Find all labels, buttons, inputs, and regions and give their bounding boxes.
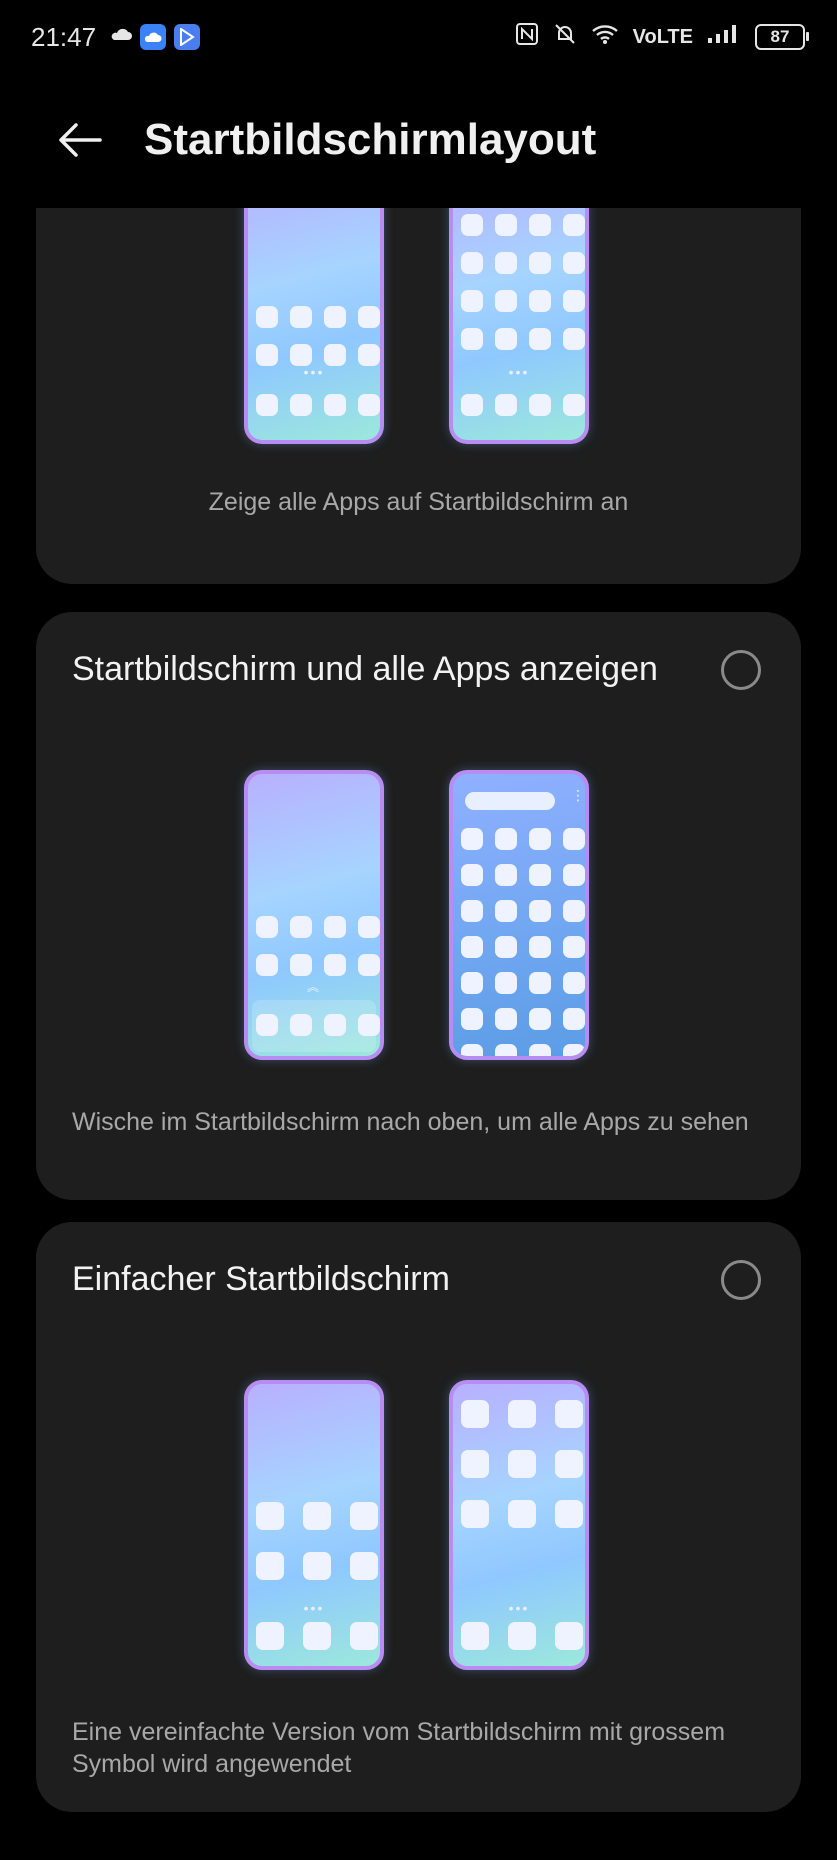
search-bar-preview <box>465 792 555 810</box>
option-description: Wische im Startbildschirm nach oben, um … <box>72 1108 749 1136</box>
battery-icon: 87 <box>755 24 809 50</box>
cloud-app-icon <box>140 24 166 50</box>
option-title: Startbildschirm und alle Apps anzeigen <box>72 650 658 688</box>
status-time: 21:47 <box>31 22 97 52</box>
status-left-icons <box>110 24 200 50</box>
option-title: Einfacher Startbildschirm <box>72 1260 450 1298</box>
preview-simple-apps-page: ••• <box>449 1380 589 1670</box>
weather-cloud-icon <box>110 28 132 47</box>
page-title: Startbildschirmlayout <box>144 115 597 164</box>
option-radio[interactable] <box>721 650 761 690</box>
option-description: Zeige alle Apps auf Startbildschirm an <box>208 488 629 516</box>
wifi-icon <box>591 23 619 51</box>
volte-label: VoLTE <box>632 25 693 48</box>
back-arrow-icon[interactable] <box>56 120 104 160</box>
status-bar: 21:47 VoLTE 87 <box>0 0 837 76</box>
option-radio[interactable] <box>721 1260 761 1300</box>
preview-apps-page: ••• <box>449 208 589 444</box>
status-right-icons: VoLTE 87 <box>515 22 809 52</box>
preview-home-screen: ••• <box>244 208 384 444</box>
preview-simple-home-screen: ••• <box>244 1380 384 1670</box>
option-card-all-apps-on-home[interactable]: ••• ••• Zeige alle Apps auf Startbildsch… <box>36 208 801 584</box>
preview-app-drawer: ⋮ <box>449 770 589 1060</box>
layout-options-list[interactable]: ••• ••• Zeige alle Apps auf Startbildsch… <box>0 208 837 1860</box>
more-icon: ⋮ <box>571 787 585 803</box>
option-description: Eine vereinfachte Version vom Startbilds… <box>72 1718 726 1778</box>
battery-level: 87 <box>770 27 790 46</box>
nfc-icon <box>515 22 539 52</box>
signal-icon <box>707 24 741 50</box>
bell-muted-icon <box>553 22 577 52</box>
option-card-simple-home[interactable]: Einfacher Startbildschirm ••• ••• Eine v <box>36 1222 801 1812</box>
swipe-up-chevron-icon: ︽ <box>306 980 321 994</box>
app-bar: Startbildschirmlayout <box>0 90 837 190</box>
preview-home-screen: ︽ <box>244 770 384 1060</box>
option-card-home-and-all-apps[interactable]: Startbildschirm und alle Apps anzeigen ︽… <box>36 612 801 1200</box>
play-store-icon <box>174 24 200 50</box>
